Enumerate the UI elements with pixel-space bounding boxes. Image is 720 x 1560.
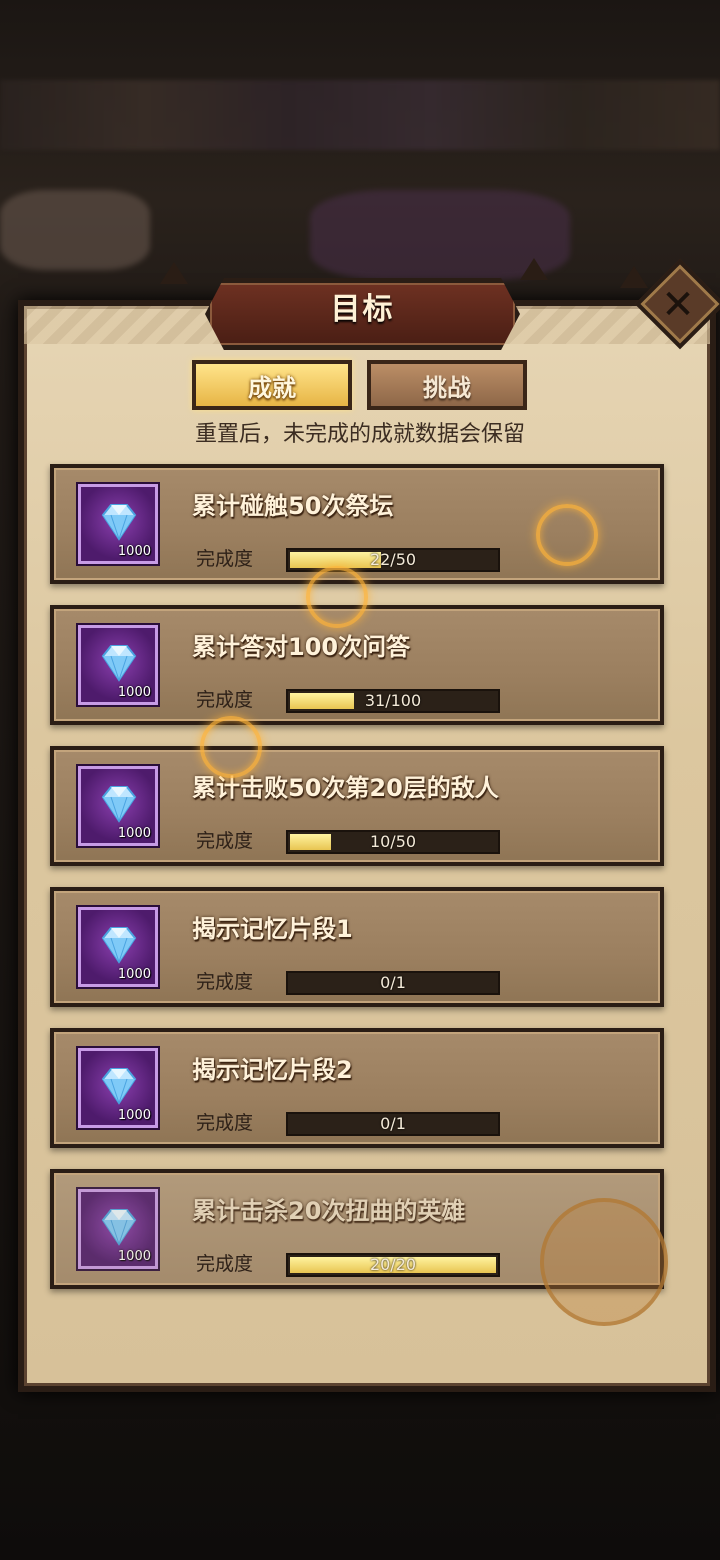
progress-text: 20/20 xyxy=(369,1255,417,1274)
completed-seal xyxy=(540,1198,668,1326)
diamond-icon xyxy=(101,645,137,682)
progress-bar: 31/100 xyxy=(286,689,500,713)
progress-bar: 22/50 xyxy=(286,548,500,572)
diamond-icon xyxy=(101,927,137,964)
progress-bar: 10/50 xyxy=(286,830,500,854)
progress-text: 10/50 xyxy=(369,832,417,851)
panel-spike xyxy=(520,258,548,280)
game-screen: 目标 ✕ 成就 挑战 重置后，未完成的成就数据会保留 1000 累计碰触50次祭坛… xyxy=(0,0,720,1560)
sparkle-effect xyxy=(536,504,598,566)
achievement-name: 累计击杀20次扭曲的英雄 xyxy=(192,1197,466,1225)
sparkle-effect xyxy=(306,566,368,628)
reward-count: 1000 xyxy=(117,685,151,700)
achievement-card: 1000 揭示记忆片段1 完成度 0/1 xyxy=(50,887,664,1007)
achievement-card: 1000 累计答对100次问答完成度 31/100 xyxy=(50,605,664,725)
reward-slot[interactable]: 1000 xyxy=(78,1189,158,1269)
progress-bar: 0/1 xyxy=(286,971,500,995)
progress-label: 完成度 xyxy=(196,1112,254,1134)
diamond-icon xyxy=(101,504,137,541)
sparkle-effect xyxy=(200,716,262,778)
progress-label: 完成度 xyxy=(196,1253,254,1275)
progress-label: 完成度 xyxy=(196,689,254,711)
diamond-icon xyxy=(101,1209,137,1246)
reward-count: 1000 xyxy=(117,826,151,841)
reward-slot[interactable]: 1000 xyxy=(78,484,158,564)
diamond-icon xyxy=(101,786,137,823)
achievement-name: 揭示记忆片段1 xyxy=(192,915,353,943)
progress-bar: 0/1 xyxy=(286,1112,500,1136)
diamond-icon xyxy=(101,1068,137,1105)
panel-spike xyxy=(620,266,648,288)
reward-count: 1000 xyxy=(117,544,151,559)
reward-slot[interactable]: 1000 xyxy=(78,766,158,846)
reward-count: 1000 xyxy=(117,1249,151,1264)
background-scene xyxy=(0,80,720,150)
reward-slot[interactable]: 1000 xyxy=(78,907,158,987)
progress-text: 22/50 xyxy=(369,550,417,569)
tab-challenges[interactable]: 挑战 xyxy=(367,360,527,410)
progress-label: 完成度 xyxy=(196,830,254,852)
close-icon[interactable]: ✕ xyxy=(650,279,706,335)
tab-achievements[interactable]: 成就 xyxy=(192,360,352,410)
reward-count: 1000 xyxy=(117,967,151,982)
reset-hint: 重置后，未完成的成就数据会保留 xyxy=(194,422,525,447)
progress-label: 完成度 xyxy=(196,548,254,570)
reward-slot[interactable]: 1000 xyxy=(78,1048,158,1128)
progress-text: 0/1 xyxy=(380,1114,406,1133)
reward-slot[interactable]: 1000 xyxy=(78,625,158,705)
achievement-card: 1000 累计击败50次第20层的敌人 完成度 10/50 xyxy=(50,746,664,866)
background-figure xyxy=(0,190,150,270)
progress-text: 31/100 xyxy=(364,691,422,710)
dialog-title: 目标 xyxy=(330,292,395,327)
panel-spike xyxy=(160,262,188,284)
progress-text: 0/1 xyxy=(380,973,406,992)
reward-count: 1000 xyxy=(117,1108,151,1123)
progress-label: 完成度 xyxy=(196,971,254,993)
achievement-name: 累计碰触50次祭坛 xyxy=(192,492,394,520)
achievement-name: 揭示记忆片段2 xyxy=(192,1056,353,1084)
achievement-card: 1000 揭示记忆片段2 完成度 0/1 xyxy=(50,1028,664,1148)
achievement-name: 累计答对100次问答 xyxy=(192,633,411,661)
progress-bar: 20/20 xyxy=(286,1253,500,1277)
